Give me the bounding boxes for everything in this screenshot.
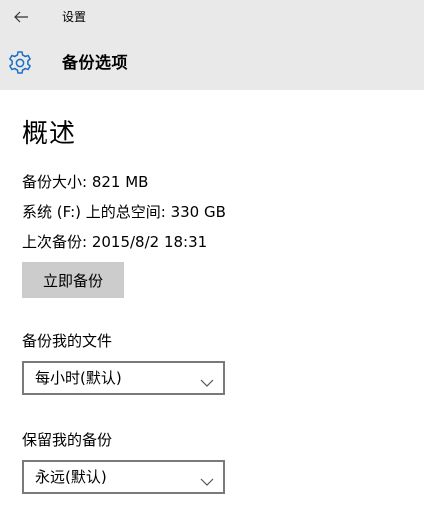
header-bar: 设置 备份选项 (0, 0, 424, 90)
keep-backups-value: 永远(默认) (35, 468, 107, 486)
back-button[interactable] (8, 5, 34, 31)
last-backup-text: 上次备份: 2015/8/2 18:31 (22, 233, 208, 251)
total-space-text: 系统 (F:) 上的总空间: 330 GB (22, 203, 226, 221)
backup-frequency-dropdown[interactable]: 每小时(默认) (22, 361, 225, 395)
backup-files-label: 备份我的文件 (22, 332, 113, 350)
chevron-down-icon (200, 373, 214, 387)
backup-size-text: 备份大小: 821 MB (22, 173, 149, 191)
page-title: 备份选项 (62, 53, 129, 72)
backup-now-button[interactable]: 立即备份 (22, 262, 124, 298)
window-title: 设置 (62, 10, 87, 24)
backup-frequency-value: 每小时(默认) (35, 369, 122, 387)
gear-icon (7, 50, 33, 76)
chevron-down-icon (200, 472, 214, 486)
overview-heading: 概述 (22, 119, 77, 149)
keep-backups-dropdown[interactable]: 永远(默认) (22, 460, 225, 494)
keep-backups-label: 保留我的备份 (22, 431, 113, 449)
arrow-left-icon (13, 9, 29, 28)
